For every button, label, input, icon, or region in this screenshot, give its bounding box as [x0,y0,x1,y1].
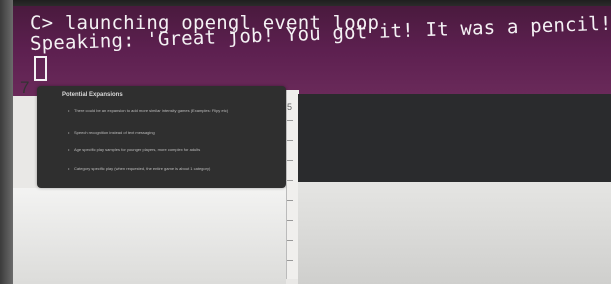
ruler-tick [287,140,293,141]
panel-title: Potential Expansions [62,92,123,98]
bullet-item: Age specific play samples for younger pl… [68,147,200,152]
ruler-tick [287,180,293,181]
line-number: 7 [20,78,30,97]
document-page[interactable] [13,188,286,284]
bullet-item: There could be an expansion to add more … [68,108,244,114]
expansions-text-box[interactable]: Potential Expansions There could be an e… [37,86,286,188]
ruler-tick [287,240,293,241]
dark-side-panel [298,94,611,182]
ruler-tick [287,120,293,121]
bullet-item: Speech recognition instead of text messa… [68,130,155,135]
ruler-number: 5 [287,102,293,112]
ruler-tick [287,220,293,221]
terminal-cursor [34,56,47,81]
ruler-tick [287,200,293,201]
terminal-window[interactable]: C> launching opengl event loop Speaking:… [13,6,611,96]
monitor-left-bezel [0,0,13,284]
ruler-tick [287,260,293,261]
bullet-item: Category specific play (when requested, … [68,166,210,171]
right-workspace [298,182,611,284]
ruler-tick [287,160,293,161]
